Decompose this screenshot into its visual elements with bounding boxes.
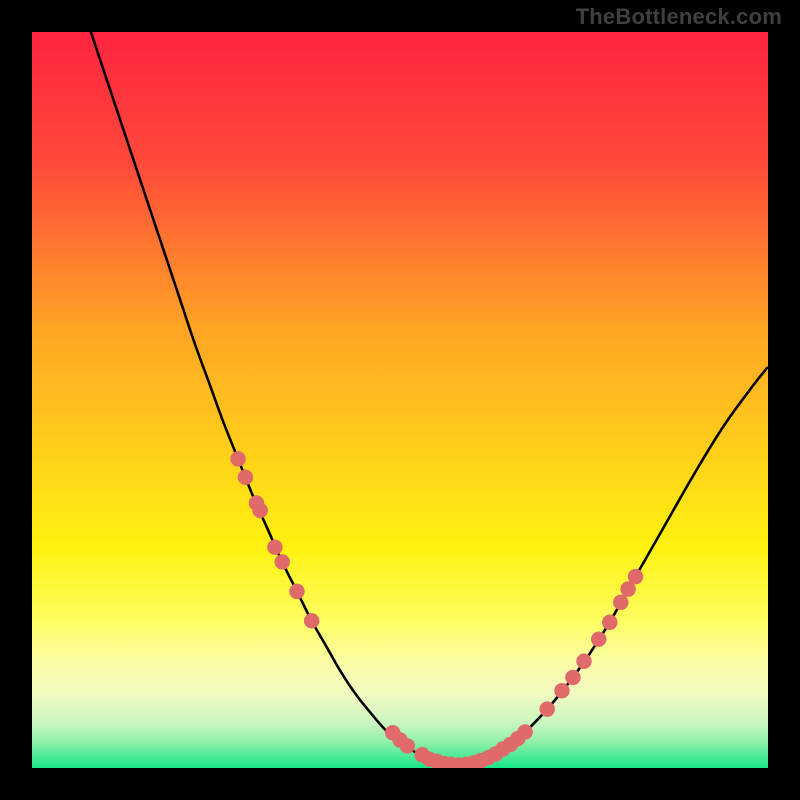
data-marker	[613, 595, 628, 610]
chart-svg	[32, 32, 768, 768]
data-marker	[238, 470, 253, 485]
data-marker	[628, 569, 643, 584]
data-marker	[602, 615, 617, 630]
gradient-background	[32, 32, 768, 768]
data-marker	[289, 584, 304, 599]
plot-area	[32, 32, 768, 768]
data-marker	[252, 503, 267, 518]
watermark-text: TheBottleneck.com	[576, 4, 782, 30]
data-marker	[400, 738, 415, 753]
data-marker	[267, 539, 282, 554]
data-marker	[230, 451, 245, 466]
data-marker	[576, 654, 591, 669]
data-marker	[565, 670, 580, 685]
data-marker	[304, 613, 319, 628]
data-marker	[517, 724, 532, 739]
data-marker	[554, 683, 569, 698]
chart-frame: TheBottleneck.com	[0, 0, 800, 800]
data-marker	[275, 554, 290, 569]
data-marker	[591, 631, 606, 646]
data-marker	[539, 701, 554, 716]
